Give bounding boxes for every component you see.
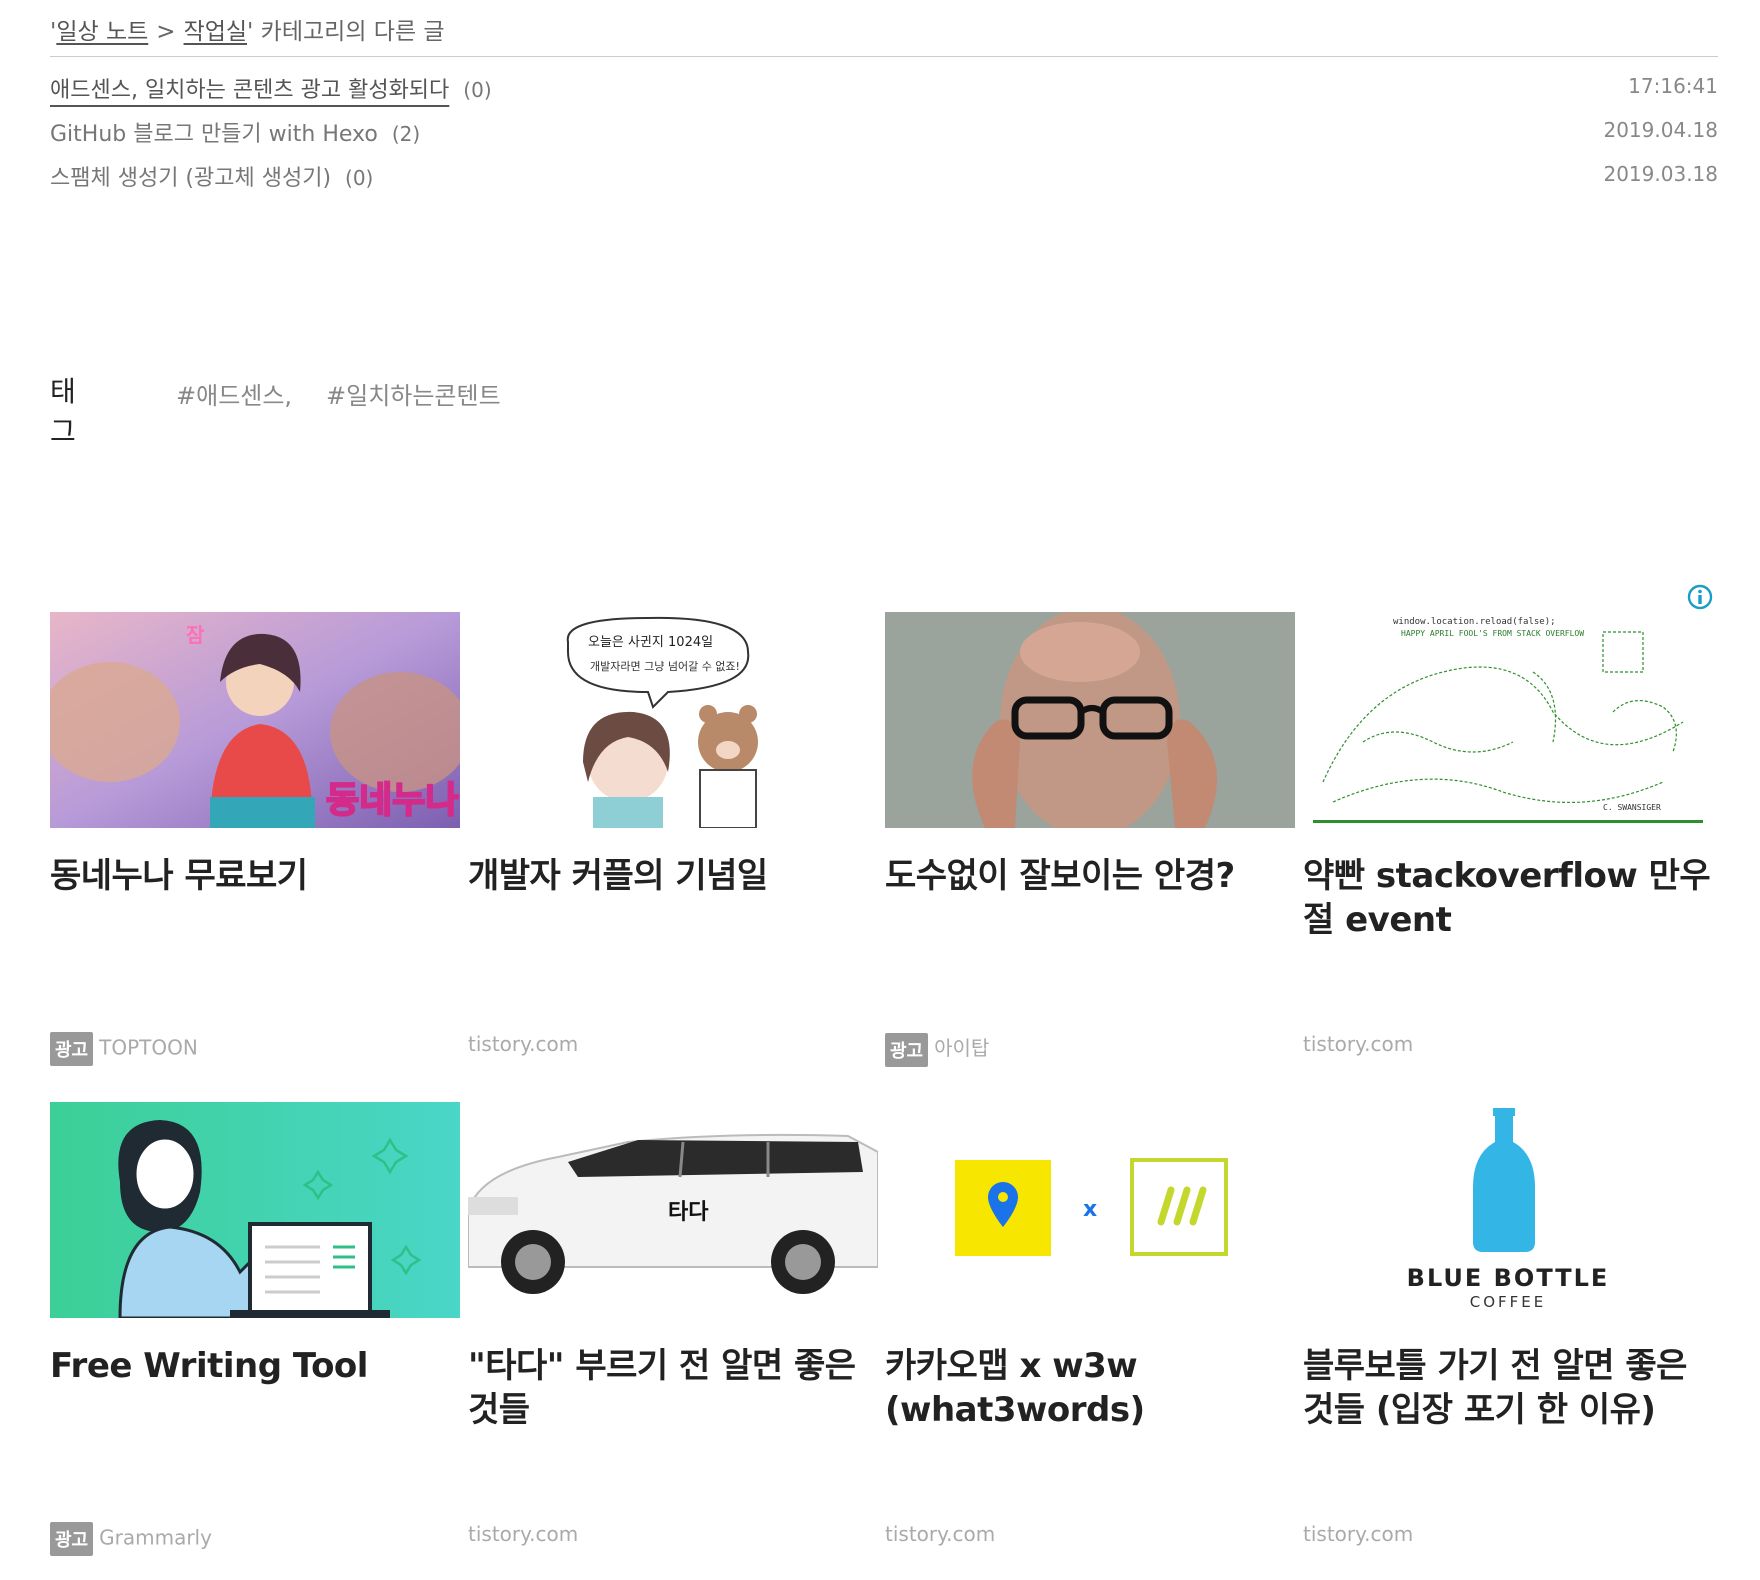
card-source: tistory.com: [468, 1522, 578, 1554]
source-name: tistory.com: [1303, 1522, 1414, 1546]
ad-badge: 광고: [885, 1032, 929, 1067]
comment-count: (0): [345, 166, 374, 190]
card-source: 광고 아이탑: [885, 1032, 990, 1067]
category-header: '일상 노트 > 작업실' 카테고리의 다른 글: [50, 12, 1718, 57]
post-row[interactable]: GitHub 블로그 만들기 with Hexo (2) 2019.04.18: [50, 116, 1718, 160]
card-title[interactable]: 도수없이 잘보이는 안경?: [885, 854, 1295, 898]
card-thumbnail[interactable]: 잠 동네누나: [50, 612, 460, 828]
ascii-art-thumbnail-image: window.location.reload(false); HAPPY APR…: [1303, 612, 1713, 828]
van-logo-text: 타다: [668, 1200, 709, 1225]
card-title[interactable]: "타다" 부르기 전 알면 좋은 것들: [468, 1344, 878, 1432]
speech-bubble-subtext: 개발자라면 그냥 넘어갈 수 없죠!: [590, 659, 740, 673]
card-source: tistory.com: [468, 1032, 578, 1064]
card-thumbnail[interactable]: window.location.reload(false); HAPPY APR…: [1303, 612, 1713, 828]
recommend-card[interactable]: 잠 동네누나 동네누나 무료보기 광고 TOPTOON: [50, 612, 460, 1082]
breadcrumb-separator: >: [156, 19, 176, 45]
card-thumbnail[interactable]: [50, 1102, 460, 1318]
post-date: 2019.04.18: [1603, 118, 1718, 142]
speech-bubble-text: 오늘은 사귄지 1024일: [588, 635, 713, 650]
recommend-card[interactable]: 도수없이 잘보이는 안경? 광고 아이탑: [885, 612, 1295, 1082]
webtoon-thumbnail-image: 잠 동네누나: [50, 612, 460, 828]
card-thumbnail[interactable]: [885, 612, 1295, 828]
thumb-logo-text: 동네누나: [326, 780, 458, 821]
glasses-ad-image: [885, 612, 1295, 828]
card-title[interactable]: 약빤 stackoverflow 만우절 event: [1303, 854, 1713, 942]
post-row[interactable]: 애드센스, 일치하는 콘텐츠 광고 활성화되다 (0) 17:16:41: [50, 72, 1718, 116]
card-thumbnail[interactable]: BLUE BOTTLE COFFEE: [1303, 1102, 1713, 1318]
thumb-signature: C. SWANSIGER: [1603, 803, 1661, 812]
card-thumbnail[interactable]: 타다: [468, 1102, 878, 1318]
source-name: 아이탑: [934, 1036, 990, 1060]
comic-thumbnail-image: 오늘은 사귄지 1024일 개발자라면 그냥 넘어갈 수 없죠!: [468, 612, 878, 828]
comment-count: (2): [391, 122, 421, 146]
tag-label: 태그: [50, 375, 76, 448]
related-post-list: 애드센스, 일치하는 콘텐츠 광고 활성화되다 (0) 17:16:41 GitH…: [50, 72, 1718, 204]
recommend-card[interactable]: x 카카오맵 x w3w (what3words) tistory.com: [885, 1102, 1295, 1572]
source-name: tistory.com: [468, 1522, 579, 1546]
recommend-card[interactable]: 오늘은 사귄지 1024일 개발자라면 그냥 넘어갈 수 없죠! 개발자 커플의…: [468, 612, 878, 1082]
card-source: tistory.com: [1303, 1032, 1413, 1064]
grammarly-ad-image: [50, 1102, 460, 1318]
card-source: tistory.com: [885, 1522, 995, 1554]
source-name: tistory.com: [885, 1522, 996, 1546]
ad-badge: 광고: [50, 1032, 94, 1066]
card-title[interactable]: 블루보틀 가기 전 알면 좋은 것들 (입장 포기 한 이유): [1303, 1344, 1713, 1432]
tag-link[interactable]: #애드센스,: [176, 376, 292, 411]
tag-link[interactable]: #일치하는콘텐트: [326, 376, 501, 411]
card-source: 광고 Grammarly: [50, 1522, 212, 1556]
card-source: 광고 TOPTOON: [50, 1032, 198, 1066]
post-date: 17:16:41: [1628, 74, 1718, 98]
category-header-suffix: ' 카테고리의 다른 글: [247, 19, 445, 45]
source-name: tistory.com: [468, 1032, 579, 1056]
thumb-side-text: 잠: [186, 623, 205, 647]
card-thumbnail[interactable]: 오늘은 사귄지 1024일 개발자라면 그냥 넘어갈 수 없죠!: [468, 612, 878, 828]
recommend-card[interactable]: window.location.reload(false); HAPPY APR…: [1303, 612, 1713, 1082]
card-thumbnail[interactable]: x: [885, 1102, 1295, 1318]
comment-count: (0): [463, 78, 492, 102]
source-name: Grammarly: [99, 1525, 212, 1550]
recommend-card[interactable]: BLUE BOTTLE COFFEE 블루보틀 가기 전 알면 좋은 것들 (입…: [1303, 1102, 1713, 1572]
breadcrumb-workroom[interactable]: 작업실: [184, 19, 247, 45]
brand-subname: COFFEE: [1470, 1293, 1547, 1311]
source-name: TOPTOON: [99, 1035, 198, 1060]
post-title-link[interactable]: GitHub 블로그 만들기 with Hexo: [50, 122, 378, 147]
recommend-card[interactable]: 타다 "타다" 부르기 전 알면 좋은 것들 tistory.com: [468, 1102, 878, 1572]
kakaomap-w3w-image: x: [885, 1102, 1295, 1318]
card-source: tistory.com: [1303, 1522, 1413, 1554]
thumb-code-text: window.location.reload(false);: [1393, 617, 1556, 627]
post-date: 2019.03.18: [1603, 162, 1718, 186]
card-title[interactable]: 개발자 커플의 기념일: [468, 854, 878, 898]
breadcrumb-daily-note[interactable]: 일상 노트: [56, 19, 148, 45]
blue-bottle-logo-image: BLUE BOTTLE COFFEE: [1303, 1102, 1713, 1318]
card-title[interactable]: Free Writing Tool: [50, 1344, 460, 1388]
post-title-link[interactable]: 스팸체 생성기 (광고체 생성기): [50, 166, 331, 191]
post-title-link[interactable]: 애드센스, 일치하는 콘텐츠 광고 활성화되다: [50, 78, 449, 103]
post-row[interactable]: 스팸체 생성기 (광고체 생성기) (0) 2019.03.18: [50, 160, 1718, 204]
thumb-headline-text: HAPPY APRIL FOOL'S FROM STACK OVERFLOW: [1401, 629, 1584, 638]
ad-badge: 광고: [50, 1522, 94, 1556]
info-icon[interactable]: [1687, 584, 1713, 610]
recommend-card[interactable]: Free Writing Tool 광고 Grammarly: [50, 1102, 460, 1572]
collab-x-text: x: [1083, 1197, 1097, 1222]
source-name: tistory.com: [1303, 1032, 1414, 1056]
tada-van-image: 타다: [468, 1102, 878, 1318]
brand-name: BLUE BOTTLE: [1407, 1264, 1610, 1292]
card-title[interactable]: 동네누나 무료보기: [50, 854, 460, 898]
card-title[interactable]: 카카오맵 x w3w (what3words): [885, 1344, 1295, 1432]
